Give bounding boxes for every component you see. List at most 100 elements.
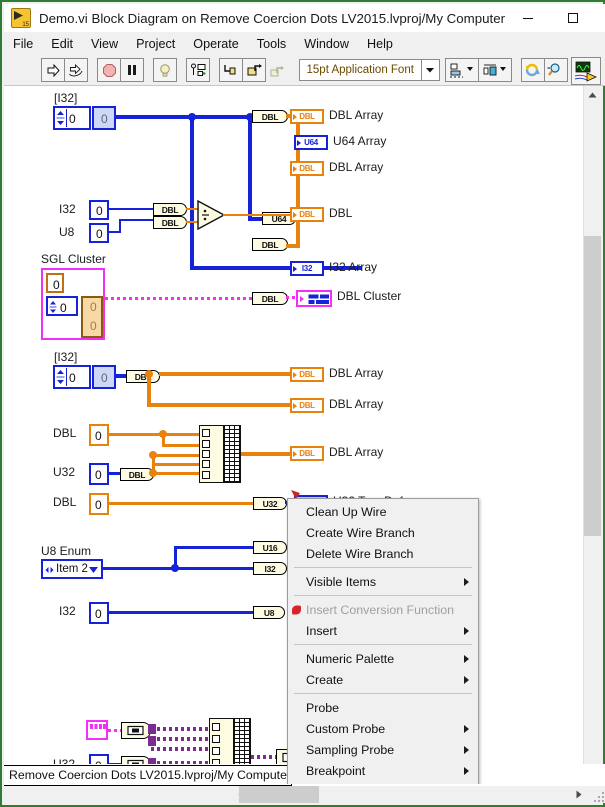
indicator-dbl-array-5[interactable]: DBL [290,446,324,461]
menu-window[interactable]: Window [295,34,358,54]
wire-dbl-to-build-1[interactable] [109,433,199,436]
context-item-custom-probe[interactable]: Custom Probe [288,718,478,739]
step-out-icon[interactable] [265,58,289,82]
clean-up-diagram-icon[interactable] [521,58,545,82]
wire-dbl-array-b[interactable] [147,403,290,407]
step-over-icon[interactable] [242,58,266,82]
control-u32-1[interactable]: 0 [89,463,109,485]
wire-enum-to-u16[interactable] [174,546,254,549]
control-i32-scalar[interactable]: 0 [89,200,109,220]
wire-build2-out[interactable] [251,755,277,759]
scroll-right-arrow-icon[interactable] [570,786,587,803]
wire-pink-to-tovariant[interactable] [108,729,122,732]
control-u8-enum[interactable]: Item 2 [41,559,103,579]
context-item-clean-up-wire[interactable]: Clean Up Wire [288,501,478,522]
wire-dbl-to-build-2[interactable] [162,444,199,447]
context-item-breakpoint[interactable]: Breakpoint [288,760,478,781]
search-icon[interactable] [544,58,568,82]
wire-sgl-cluster[interactable] [105,297,254,300]
menu-help[interactable]: Help [358,34,402,54]
wire-dbl-array-a[interactable] [159,372,290,376]
control-u8-scalar[interactable]: 0 [89,223,109,243]
context-item-visible-items[interactable]: Visible Items [288,571,478,592]
wire-i32-to-u8conv[interactable] [109,611,254,614]
indicator-i32-array[interactable]: I32 [290,261,324,276]
wire-build-array-out-1[interactable] [241,452,290,456]
pause-icon[interactable] [120,58,144,82]
divide-function-node[interactable] [197,200,225,230]
indicator-dbl-array-2[interactable]: DBL [290,161,324,176]
control-sgl-cluster[interactable]: 0 0 0 0 [41,268,105,340]
wire-i32-branch-u64[interactable] [248,115,252,221]
wire-i32-main[interactable] [116,115,252,119]
context-item-create-wire-branch[interactable]: Create Wire Branch [288,522,478,543]
resize-grip[interactable] [592,790,604,802]
menu-edit[interactable]: Edit [42,34,82,54]
wire-dbl-2[interactable] [286,244,300,248]
conversion-node-dbl-5[interactable]: DBL [126,370,160,383]
vertical-scrollbar[interactable] [583,86,601,784]
minimize-button[interactable] [505,4,550,32]
conversion-node-u8-1[interactable]: U8 [253,606,285,619]
run-arrow-icon[interactable] [41,58,65,82]
horizontal-scrollbar-thumb[interactable] [239,786,319,803]
wire-divide-out[interactable] [223,214,290,216]
menu-project[interactable]: Project [127,34,184,54]
indicator-dbl-cluster[interactable] [296,290,332,307]
retain-wire-values-icon[interactable] [186,58,210,82]
menu-view[interactable]: View [82,34,127,54]
close-button[interactable] [595,4,605,32]
menu-file[interactable]: File [4,34,42,54]
wire-dbl-to-u32typedef[interactable] [109,502,254,505]
array-control-2[interactable]: 0 [53,365,91,389]
abort-execution-icon[interactable] [97,58,121,82]
step-into-icon[interactable] [219,58,243,82]
array-element-2[interactable]: 0 [92,365,116,389]
highlight-execution-lightbulb-icon[interactable] [153,58,177,82]
conversion-node-dbl-3[interactable]: DBL [153,203,187,216]
align-objects-icon[interactable] [445,58,479,82]
maximize-button[interactable] [550,4,595,32]
control-i32-scalar-2[interactable]: 0 [89,602,109,624]
distribute-objects-icon[interactable] [478,58,512,82]
conversion-node-dbl-cluster[interactable]: DBL [252,292,288,305]
to-variant-node-1[interactable] [121,722,151,739]
array-element-1[interactable]: 0 [92,106,116,130]
control-dbl-1[interactable]: 0 [89,424,109,446]
conversion-node-dbl-4[interactable]: DBL [153,216,187,229]
scroll-up-arrow-icon[interactable] [584,86,601,103]
indicator-dbl-array-4[interactable]: DBL [290,398,324,413]
indicator-dbl-array-1[interactable]: DBL [290,109,324,124]
conversion-node-i32-1[interactable]: I32 [253,562,287,575]
menu-tools[interactable]: Tools [248,34,295,54]
labview-logo-icon[interactable] [571,57,601,85]
chevron-down-icon[interactable] [421,60,439,80]
font-selector[interactable]: 15pt Application Font [299,59,440,81]
wire-i32-branch-down[interactable] [190,115,194,270]
conversion-node-dbl-2[interactable]: DBL [252,238,288,251]
run-continuously-icon[interactable] [64,58,88,82]
indicator-dbl-array-3[interactable]: DBL [290,367,324,382]
menu-operate[interactable]: Operate [184,34,248,54]
block-diagram-canvas[interactable]: [I32] 0 0 DBL U64 DBL DBL DBL [4,86,586,784]
control-dbl-2[interactable]: 0 [89,493,109,515]
context-item-create[interactable]: Create [288,669,478,690]
wire-conv-to-build-3[interactable] [152,454,199,457]
array-control-1[interactable]: 0 [53,106,91,130]
wire-context-menu[interactable]: Clean Up Wire Create Wire Branch Delete … [287,498,479,784]
indicator-u64-array[interactable]: U64 [294,135,328,150]
context-item-numeric-palette[interactable]: Numeric Palette [288,648,478,669]
control-pink-cluster[interactable] [86,720,108,740]
wire-conv-to-build-4[interactable] [152,472,199,475]
context-item-sampling-probe[interactable]: Sampling Probe [288,739,478,760]
conversion-node-dbl-1[interactable]: DBL [252,110,288,123]
context-item-delete-wire-branch[interactable]: Delete Wire Branch [288,543,478,564]
wire-u8-seg2[interactable] [119,219,121,233]
indicator-dbl-scalar[interactable]: DBL [290,207,324,222]
horizontal-scrollbar[interactable] [4,786,605,803]
context-item-probe[interactable]: Probe [288,697,478,718]
wire-u8-seg3[interactable] [119,219,154,221]
context-item-insert[interactable]: Insert [288,620,478,641]
wire-i32-to-divide[interactable] [109,208,154,210]
wire-conv-to-build-mid[interactable] [152,463,199,466]
